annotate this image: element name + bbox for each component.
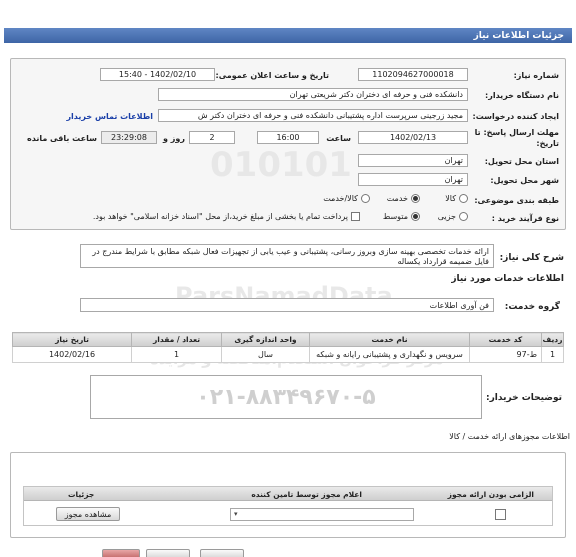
checkbox-icon <box>351 212 360 221</box>
cell-need-date: 1402/02/16 <box>12 346 132 363</box>
need-number-field: 1102094627000018 <box>358 68 468 81</box>
days-remaining-field: 2 <box>189 131 235 144</box>
buyer-notes-label: توضیحات خریدار: <box>486 393 562 403</box>
permits-section-title: اطلاعات مجوزهای ارائه خدمت / کالا <box>449 432 570 441</box>
deadline-date-label: تاریخ: <box>536 139 559 148</box>
permit-select[interactable]: ▾ <box>230 508 414 521</box>
col-permit-details: جزئیات <box>68 490 95 499</box>
province-field: تهران <box>358 154 468 167</box>
col-unit: واحد اندازه گیری <box>221 332 310 347</box>
process-option-medium[interactable]: متوسط <box>383 212 420 221</box>
table-row: 1 ط-97 سرویس و نگهداری و پشتیبانی رایانه… <box>12 346 564 363</box>
watermark-phone: ۰۲۱-۸۸۳۴۹۶۷۰-۵ <box>196 384 376 410</box>
category-option-goods-service[interactable]: کالا/خدمت <box>323 194 370 203</box>
services-table: ردیف کد خدمت نام خدمت واحد اندازه گیری ت… <box>12 332 564 363</box>
view-permit-button[interactable]: مشاهده مجوز <box>56 507 120 521</box>
remaining-time-field: 23:29:08 <box>101 131 157 144</box>
services-table-header: ردیف کد خدمت نام خدمت واحد اندازه گیری ت… <box>12 332 564 347</box>
announce-label: تاریخ و ساعت اعلان عمومی: <box>215 71 330 80</box>
radio-selected-icon <box>411 212 420 221</box>
radio-icon <box>459 194 468 203</box>
permits-panel: الزامی بودن ارائه مجوز اعلام مجوز توسط ت… <box>10 452 566 538</box>
deadline-time-field: 16:00 <box>257 131 319 144</box>
description-box: ارائه خدمات تخصصی بهینه سازی وبروز رسانی… <box>80 244 494 268</box>
cell-unit: سال <box>221 346 310 363</box>
permits-table: الزامی بودن ارائه مجوز اعلام مجوز توسط ت… <box>23 486 553 526</box>
city-field: تهران <box>358 173 468 186</box>
radio-selected-icon <box>411 194 420 203</box>
category-label: طبقه بندی موضوعی: <box>474 196 559 205</box>
buyer-notes-box: ۰۲۱-۸۸۳۴۹۶۷۰-۵ <box>90 375 482 419</box>
page-title: جزئیات اطلاعات نیاز <box>473 30 564 41</box>
col-quantity: تعداد / مقدار <box>131 332 222 347</box>
radio-icon <box>459 212 468 221</box>
buyer-org-field: دانشکده فنی و حرفه ای دختران دکتر شریعتی… <box>158 88 468 101</box>
days-label: روز و <box>163 134 185 143</box>
deadline-date-field: 1402/02/13 <box>358 131 468 144</box>
province-label: استان محل تحویل: <box>484 157 559 166</box>
description-label: شرح کلی نیاز: <box>499 253 564 263</box>
cell-row: 1 <box>541 346 564 363</box>
radio-icon <box>361 194 370 203</box>
col-service-code: کد خدمت <box>469 332 542 347</box>
category-option-goods[interactable]: کالا <box>445 194 468 203</box>
cell-service-name: سرویس و نگهداری و پشتیبانی رایانه و شبکه <box>309 346 470 363</box>
need-number-label: شماره نیاز: <box>513 71 559 80</box>
requester-field: مجید زرجینی سرپرست اداره پشتیبانی دانشکد… <box>158 109 468 122</box>
col-row: ردیف <box>541 332 564 347</box>
need-info-panel: شماره نیاز: 1102094627000018 تاریخ و ساع… <box>10 58 566 230</box>
process-label: نوع فرآیند خرید : <box>491 214 559 223</box>
cell-quantity: 1 <box>131 346 222 363</box>
select-arrow-icon: ▾ <box>234 510 238 518</box>
remaining-label: ساعت باقی مانده <box>26 134 97 143</box>
page-header: جزئیات اطلاعات نیاز <box>4 28 572 43</box>
col-service-name: نام خدمت <box>309 332 470 347</box>
watermark-number: 010101 <box>210 145 352 185</box>
process-option-minor[interactable]: جزیی <box>438 212 468 221</box>
buyer-contact-link[interactable]: اطلاعات تماس خریدار <box>66 112 153 121</box>
col-permit-announcement: اعلام مجوز توسط تامین کننده <box>251 490 362 499</box>
close-button[interactable] <box>200 549 244 557</box>
services-table-wrap: ردیف کد خدمت نام خدمت واحد اندازه گیری ت… <box>12 332 564 363</box>
deadline-time-label: ساعت <box>326 134 351 143</box>
permit-required-checkbox[interactable] <box>495 509 506 520</box>
back-button[interactable] <box>146 549 190 557</box>
requester-label: ایجاد کننده درخواست: <box>472 112 560 121</box>
services-section-title: اطلاعات خدمات مورد نیاز <box>451 274 564 284</box>
deadline-label: مهلت ارسال پاسخ: تا <box>474 128 559 137</box>
service-group-field: فن آوری اطلاعات <box>80 298 494 312</box>
col-need-date: تاریخ نیاز <box>12 332 132 347</box>
permits-header: الزامی بودن ارائه مجوز اعلام مجوز توسط ت… <box>24 487 552 501</box>
city-label: شهر محل تحویل: <box>490 176 559 185</box>
buyer-org-label: نام دستگاه خریدار: <box>485 91 559 100</box>
print-button[interactable] <box>102 549 140 557</box>
cell-service-code: ط-97 <box>469 346 542 363</box>
treasury-payment-option[interactable]: پرداخت تمام یا بخشی از مبلغ خرید،از محل … <box>93 212 360 221</box>
description-text: ارائه خدمات تخصصی بهینه سازی وبروز رسانی… <box>92 247 489 266</box>
col-permit-required: الزامی بودن ارائه مجوز <box>447 490 534 499</box>
category-option-service[interactable]: خدمت <box>387 194 420 203</box>
service-group-label: گروه خدمت: <box>504 302 560 312</box>
announce-date-field: 1402/02/10 - 15:40 <box>100 68 215 81</box>
